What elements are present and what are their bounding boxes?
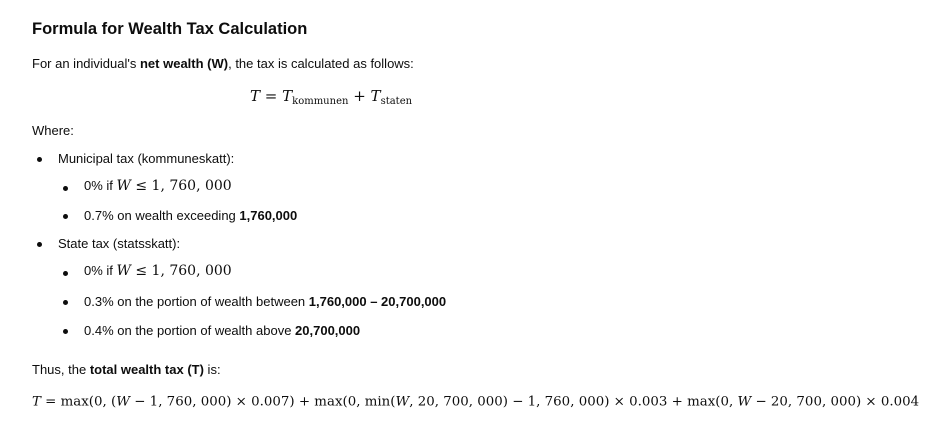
municipal-item-1-rate: 0% if [84, 178, 117, 193]
bullet [63, 186, 68, 191]
state-item-3-bold: 20,700,000 [295, 323, 361, 338]
formula1-t2-sub: staten [380, 96, 413, 107]
formula1-lhs: T [250, 87, 261, 105]
state-item-2-text: 0.3% on the portion of wealth between [84, 294, 309, 309]
bullet [63, 214, 68, 219]
formula2-w1: W [116, 393, 130, 410]
page-title: Formula for Wealth Tax Calculation [32, 20, 308, 38]
municipal-title: Municipal tax (kommuneskatt): [58, 151, 235, 166]
intro-bold: net wealth (W) [139, 56, 229, 71]
state-item-3-text: 0.4% on the portion of wealth above [84, 323, 296, 338]
where-label: Where: [32, 123, 74, 138]
bullet [37, 242, 42, 247]
intro-paragraph: For an individual's net wealth (W), the … [32, 56, 414, 71]
formula1-plus: + [348, 87, 371, 105]
thus-text-after: is: [203, 362, 221, 377]
formula2-w2: W [395, 393, 410, 410]
formula2-part-d: − 20, 700, 000) × 0.004 [751, 393, 920, 410]
formula1-eq: = [260, 87, 283, 105]
state-item-2-bold: 1,760,000 – 20,700,000 [308, 294, 447, 309]
bullet [63, 329, 68, 334]
municipal-item-1: 0% if W ≤ 1, 760, 000 [84, 178, 232, 194]
thus-bold: total wealth tax (T) [89, 362, 204, 377]
formula2-part-a: = max(0, ( [40, 393, 117, 410]
bullet [37, 157, 42, 162]
municipal-item-2-bold: 1,760,000 [239, 208, 298, 223]
formula2-w3: W [737, 393, 752, 410]
bullet [63, 271, 68, 276]
municipal-item-1-cond: ≤ 1, 760, 000 [130, 178, 232, 194]
municipal-item-2-text: 0.7% on wealth exceeding [84, 208, 240, 223]
thus-paragraph: Thus, the total wealth tax (T) is: [32, 362, 221, 377]
municipal-item-1-var: W [116, 178, 131, 194]
municipal-item-2: 0.7% on wealth exceeding 1,760,000 [84, 208, 297, 223]
formula1-t1: T [282, 87, 293, 105]
formula-total-wealth-tax: T = max(0, (W − 1, 760, 000) × 0.007) + … [32, 393, 919, 409]
thus-text-before: Thus, the [32, 362, 90, 377]
document: Formula for Wealth Tax Calculation For a… [0, 0, 927, 433]
intro-text-after: , the tax is calculated as follows: [228, 56, 414, 71]
formula1-t2: T [370, 87, 381, 105]
state-item-1-rate: 0% if [84, 263, 117, 278]
state-item-1-var: W [116, 263, 131, 279]
state-item-1-cond: ≤ 1, 760, 000 [130, 263, 232, 279]
formula-total-tax-split: T = Tkommunen + Tstaten [250, 87, 412, 107]
state-title: State tax (statsskatt): [58, 236, 181, 251]
formula2-lhs: T [32, 393, 41, 410]
formula1-t1-sub: kommunen [292, 96, 349, 107]
state-item-2: 0.3% on the portion of wealth between 1,… [84, 294, 446, 309]
state-item-1: 0% if W ≤ 1, 760, 000 [84, 263, 232, 279]
state-item-3: 0.4% on the portion of wealth above 20,7… [84, 323, 360, 338]
intro-text-before: For an individual's [32, 56, 140, 71]
formula2-part-c: , 20, 700, 000) − 1, 760, 000) × 0.003 +… [409, 393, 738, 410]
formula2-part-b: − 1, 760, 000) × 0.007) + max(0, min( [129, 393, 396, 410]
bullet [63, 300, 68, 305]
